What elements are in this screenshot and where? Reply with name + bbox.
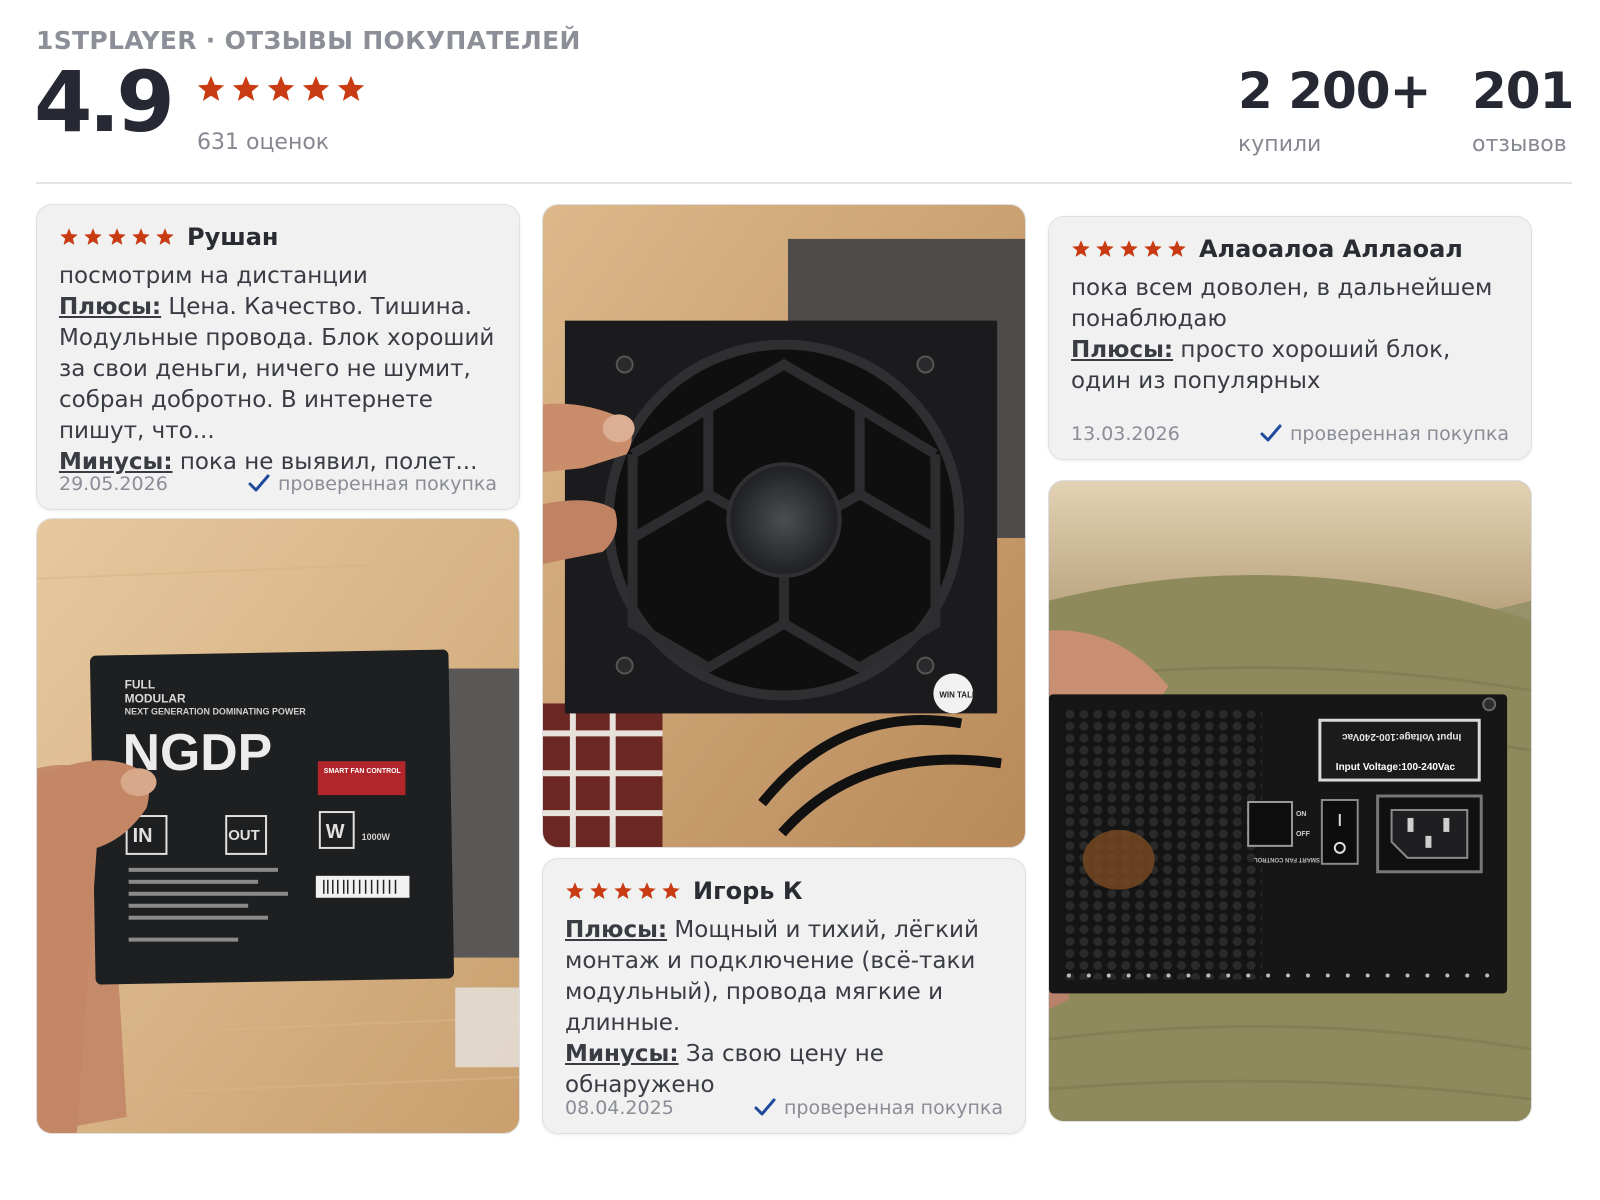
star-icon [302,75,330,101]
review-text: посмотрим на дистанции [59,263,368,289]
psu-box-image: FULL MODULAR NEXT GENERATION DOMINATING … [37,519,519,1133]
reviews-stat: 201 отзывов [1472,62,1574,157]
box-tagline: NEXT GENERATION DOMINATING POWER [125,706,307,716]
back-switch-label: SMART FAN CONTROL [1254,856,1320,862]
ratings-count: 631 оценок [197,130,330,155]
box-fan-label: SMART FAN CONTROL [324,768,402,775]
star-icon [232,75,260,101]
review-author: Алаоалоа Аллаоал [1199,235,1463,263]
verified-label: проверенная покупка [783,1097,1003,1119]
cons-text: пока не выявил, полет... [179,449,478,475]
review-stars [1071,239,1187,259]
box-label-full: FULL [125,677,155,691]
star-icon [84,228,102,245]
pros-label: Плюсы: [1071,337,1174,363]
review-card-alaoaloa[interactable]: Алаоалоа Аллаоал пока всем доволен, в да… [1048,216,1532,460]
back-voltage-mirrored: Input Voltage:100-240Vac [1342,731,1462,742]
review-photo-psu-back[interactable]: Input Voltage:100-240Vac Input Voltage:1… [1048,480,1532,1122]
review-photo-psu-fan[interactable]: WIN TALK [542,204,1026,848]
checkmark-icon [1260,424,1282,442]
pros-label: Плюсы: [565,917,668,943]
box-out: OUT [228,827,260,844]
back-off: OFF [1296,831,1310,838]
review-body: пока всем доволен, в дальнейшем понаблюд… [1071,273,1509,397]
bought-stat: 2 200+ купили [1238,62,1431,157]
star-icon [662,882,680,899]
review-text: пока всем доволен, в дальнейшем понаблюд… [1071,275,1493,332]
bought-value: 2 200+ [1238,62,1431,120]
cons-label: Минусы: [59,449,173,475]
star-icon [337,75,365,101]
box-label-modular: MODULAR [125,691,186,705]
review-body: Плюсы: Мощный и тихий, лёгкий монтаж и п… [565,915,1003,1101]
review-author: Игорь К [693,877,803,905]
star-icon [638,882,656,899]
star-icon [1072,240,1090,257]
star-icon [197,75,225,101]
star-icon [590,882,608,899]
star-icon [132,228,150,245]
review-date: 29.05.2026 [59,473,168,495]
star-icon [108,228,126,245]
review-photo-psu-box[interactable]: FULL MODULAR NEXT GENERATION DOMINATING … [36,518,520,1134]
star-icon [1144,240,1162,257]
reviews-value: 201 [1472,62,1574,120]
review-stars [59,227,175,247]
star-icon [566,882,584,899]
psu-back-image: Input Voltage:100-240Vac Input Voltage:1… [1049,481,1531,1121]
fan-sticker: WIN TALK [939,690,978,699]
pros-label: Плюсы: [59,294,162,320]
header-divider [36,182,1572,184]
box-w: W [326,821,345,843]
review-date: 08.04.2025 [565,1097,674,1119]
star-icon [1168,240,1186,257]
verified-label: проверенная покупка [277,473,497,495]
back-on: ON [1296,811,1306,818]
psu-fan-image: WIN TALK [543,205,1025,847]
star-icon [614,882,632,899]
reviews-label: отзывов [1472,132,1567,157]
star-icon [156,228,174,245]
review-card-igor[interactable]: Игорь К Плюсы: Мощный и тихий, лёгкий мо… [542,858,1026,1134]
verified-label: проверенная покупка [1289,423,1509,445]
verified-badge: проверенная покупка [754,1097,1003,1119]
review-body: посмотрим на дистанции Плюсы: Цена. Каче… [59,261,497,478]
verified-badge: проверенная покупка [1260,423,1509,445]
bought-label: купили [1238,132,1322,157]
review-card-rushan[interactable]: Рушан посмотрим на дистанции Плюсы: Цена… [36,204,520,510]
box-in: IN [133,825,153,847]
review-stars [565,881,681,901]
checkmark-icon [754,1098,776,1116]
review-author: Рушан [187,223,279,251]
cons-label: Минусы: [565,1041,679,1067]
star-icon [267,75,295,101]
back-voltage: Input Voltage:100-240Vac [1336,762,1456,773]
star-icon [1120,240,1138,257]
box-watt: 1000W [362,832,391,842]
average-score: 4.9 [34,53,175,151]
checkmark-icon [248,474,270,492]
brand-title: 1STPLAYER · ОТЗЫВЫ ПОКУПАТЕЛЕЙ [36,26,581,55]
review-date: 13.03.2026 [1071,423,1180,445]
verified-badge: проверенная покупка [248,473,497,495]
star-icon [60,228,78,245]
star-icon [1096,240,1114,257]
average-stars [196,74,366,104]
